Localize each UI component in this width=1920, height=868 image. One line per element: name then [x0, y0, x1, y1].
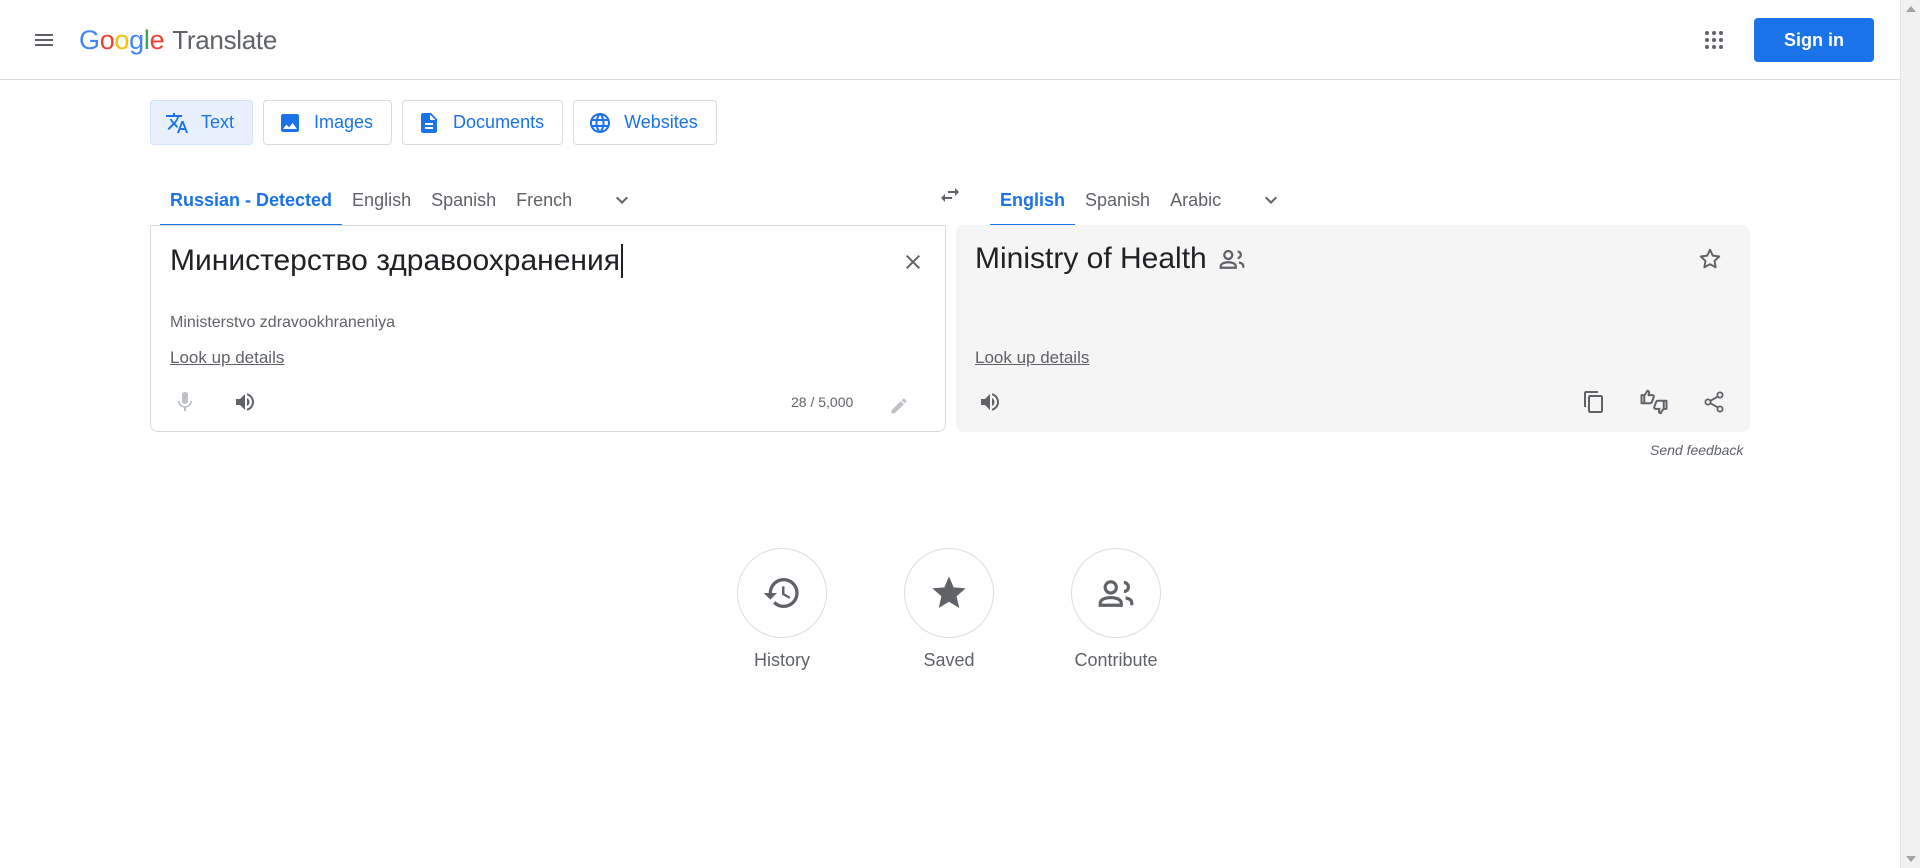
saved-button[interactable]: Saved [894, 548, 1004, 671]
tab-websites[interactable]: Websites [573, 100, 717, 145]
google-wordmark: Google [79, 24, 165, 55]
scroll-down-arrow-icon[interactable] [1906, 856, 1916, 862]
top-app-bar: Google Translate Sign in [0, 0, 1900, 80]
source-text-panel: Министерство здравоохранения Ministerstv… [150, 225, 946, 432]
source-text-value: Министерство здравоохранения [170, 244, 620, 277]
document-icon [421, 112, 438, 133]
copy-translation-button[interactable] [1574, 382, 1614, 422]
clear-source-button[interactable] [897, 246, 929, 278]
scroll-up-arrow-icon[interactable] [1906, 6, 1916, 12]
history-button[interactable]: History [727, 548, 837, 671]
page-scrollbar[interactable] [1900, 0, 1920, 868]
target-look-up-details-link[interactable]: Look up details [975, 348, 1089, 368]
share-translation-button[interactable] [1694, 382, 1734, 422]
translation-output-panel: Ministry of Health Look up details [956, 225, 1750, 432]
source-lang-spanish[interactable]: Spanish [421, 174, 506, 226]
tab-images-label: Images [314, 112, 374, 132]
history-circle [737, 548, 827, 638]
product-name: Translate [172, 24, 277, 55]
people-icon[interactable] [1217, 244, 1247, 274]
google-translate-logo[interactable]: Google Translate [79, 22, 277, 58]
sign-in-button[interactable]: Sign in [1754, 18, 1874, 62]
google-apps-button[interactable] [1694, 20, 1734, 60]
source-look-up-details-link[interactable]: Look up details [170, 348, 284, 368]
people-icon [1098, 580, 1134, 607]
voice-input-button[interactable] [165, 382, 205, 422]
copy-icon [1584, 391, 1603, 413]
translation-mode-tabs: Text Images Documents Websites [150, 100, 717, 145]
contribute-circle [1071, 548, 1161, 638]
source-transliteration: Ministerstvo zdravookhraneniya [170, 314, 395, 331]
microphone-icon [178, 392, 192, 411]
character-count: 28 / 5,000 [791, 394, 854, 410]
text-cursor [621, 244, 623, 278]
tab-documents-label: Documents [453, 112, 545, 132]
tab-images[interactable]: Images [263, 100, 393, 145]
contribute-label: Contribute [1074, 650, 1158, 670]
translation-text: Ministry of Health [975, 242, 1207, 275]
source-lang-french[interactable]: French [506, 174, 582, 226]
saved-circle [904, 548, 994, 638]
listen-source-button[interactable] [225, 382, 265, 422]
translate-icon [166, 112, 188, 133]
pencil-icon [891, 398, 907, 414]
chevron-down-icon [616, 196, 629, 204]
target-lang-arabic[interactable]: Arabic [1160, 174, 1231, 226]
tab-websites-label: Websites [624, 112, 698, 132]
speaker-icon [236, 393, 254, 411]
edit-source-button[interactable] [879, 386, 919, 426]
main-menu-button[interactable] [24, 20, 64, 60]
target-more-languages-button[interactable] [1251, 174, 1291, 226]
listen-translation-button[interactable] [970, 382, 1010, 422]
speaker-icon [981, 393, 999, 411]
saved-label: Saved [923, 650, 975, 670]
contribute-button[interactable]: Contribute [1061, 548, 1171, 671]
star-filled-icon [932, 576, 966, 608]
history-label: History [753, 650, 810, 670]
star-outline-icon [1699, 248, 1721, 269]
send-feedback-link[interactable]: Send feedback [1650, 442, 1743, 458]
apps-grid-icon [1705, 31, 1723, 49]
image-icon [281, 113, 300, 132]
source-language-bar: Russian - Detected English Spanish Frenc… [160, 174, 642, 226]
swap-arrows-icon [941, 188, 959, 202]
chevron-down-icon [1265, 196, 1278, 204]
close-icon [906, 255, 920, 269]
thumbs-up-down-icon [1640, 389, 1668, 415]
swap-languages-button[interactable] [930, 175, 970, 215]
history-icon [763, 578, 799, 608]
tab-text-label: Text [201, 112, 235, 132]
target-language-bar: English Spanish Arabic [990, 174, 1291, 226]
tab-documents[interactable]: Documents [402, 100, 564, 145]
rate-translation-button[interactable] [1634, 382, 1674, 422]
target-lang-spanish[interactable]: Spanish [1075, 174, 1160, 226]
globe-icon [590, 112, 611, 133]
share-icon [1704, 391, 1724, 413]
tab-text[interactable]: Text [150, 100, 254, 145]
source-lang-russian-detected[interactable]: Russian - Detected [160, 174, 343, 226]
source-text-input[interactable]: Министерство здравоохранения [170, 244, 623, 278]
translation-output: Ministry of Health [975, 242, 1247, 276]
source-more-languages-button[interactable] [602, 174, 642, 226]
source-lang-english[interactable]: English [342, 174, 421, 226]
hamburger-menu-icon [35, 34, 53, 46]
target-lang-english[interactable]: English [990, 174, 1076, 226]
save-translation-button[interactable] [1690, 239, 1730, 279]
